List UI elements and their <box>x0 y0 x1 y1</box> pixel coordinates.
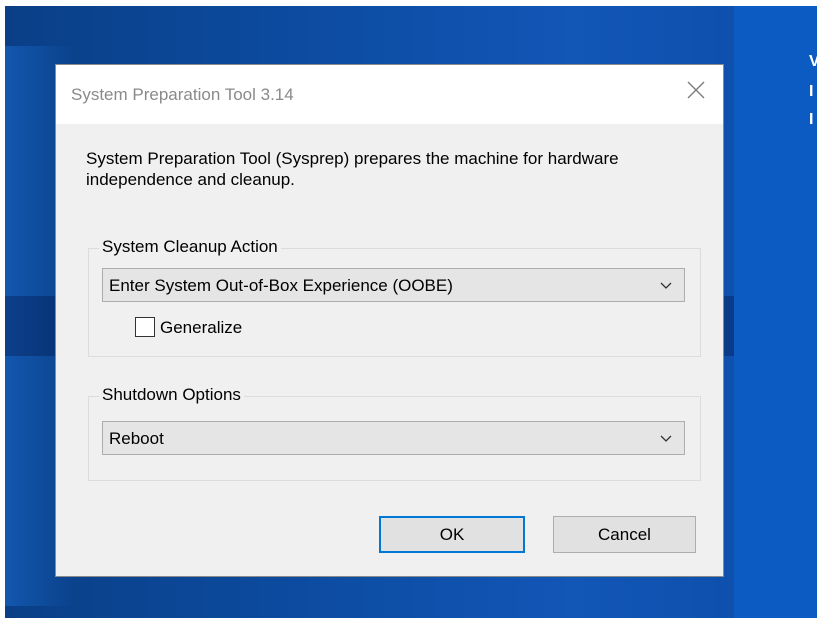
chevron-down-icon <box>660 282 672 289</box>
desktop-right-panel <box>734 6 817 618</box>
close-button[interactable] <box>671 65 723 115</box>
description-text: System Preparation Tool (Sysprep) prepar… <box>86 149 619 189</box>
cancel-button[interactable]: Cancel <box>553 516 696 553</box>
generalize-checkbox[interactable] <box>135 317 155 337</box>
window-title: System Preparation Tool 3.14 <box>71 85 294 104</box>
desktop-partial-text: I <box>809 83 814 100</box>
shutdown-options-group: Shutdown Options Reboot <box>88 385 701 481</box>
desktop-partial-text: I <box>809 111 814 128</box>
sysprep-dialog: System Preparation Tool 3.14 System Prep… <box>55 64 724 577</box>
chevron-down-icon <box>660 435 672 442</box>
ok-button[interactable]: OK <box>379 516 525 553</box>
generalize-label[interactable]: Generalize <box>160 318 242 338</box>
shutdown-options-label: Shutdown Options <box>99 385 244 405</box>
desktop-partial-text: V <box>809 53 817 70</box>
close-icon <box>687 81 705 99</box>
cleanup-action-value: Enter System Out-of-Box Experience (OOBE… <box>109 276 453 295</box>
cleanup-action-dropdown[interactable]: Enter System Out-of-Box Experience (OOBE… <box>102 268 685 302</box>
cleanup-action-label: System Cleanup Action <box>99 237 281 257</box>
title-bar[interactable]: System Preparation Tool 3.14 <box>56 65 723 124</box>
cleanup-action-group: System Cleanup Action Enter System Out-o… <box>88 237 701 357</box>
shutdown-options-value: Reboot <box>109 429 164 448</box>
shutdown-options-dropdown[interactable]: Reboot <box>102 421 685 455</box>
